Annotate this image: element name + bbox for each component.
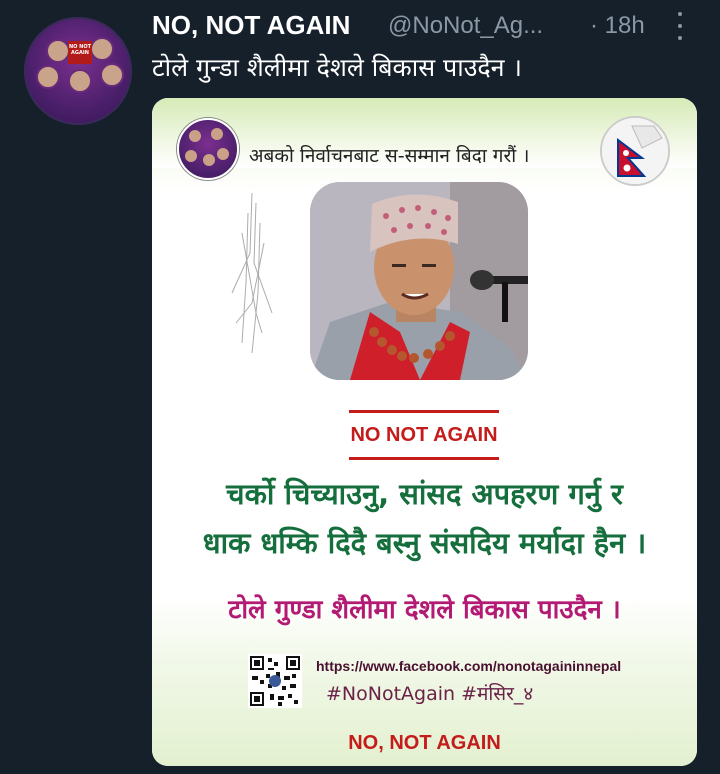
nepal-flag-ballot-icon (600, 116, 670, 186)
avatar-face (100, 63, 124, 87)
avatar-face (46, 39, 70, 63)
decorative-sketch (231, 193, 273, 354)
profile-avatar[interactable]: NO NOT AGAIN (24, 17, 132, 125)
avatar-face (90, 37, 114, 61)
tweet-image[interactable]: अबको निर्वाचनबाट स-सम्मान बिदा गरौं । NO… (152, 98, 697, 766)
tweet-text: टोले गुन्डा शैलीमा देशले बिकास पाउदैन । (152, 53, 522, 82)
campaign-logo (177, 118, 239, 180)
footer-slogan: NO, NOT AGAIN (348, 732, 501, 754)
message-line-1: चर्को चिच्याउनु, सांसद अपहरण गर्नु र (226, 477, 623, 511)
author-handle[interactable]: @NoNot_Ag... (388, 12, 543, 40)
author-name[interactable]: NO, NOT AGAIN (152, 10, 350, 41)
avatar-badge: NO NOT AGAIN (68, 41, 92, 64)
tweet-timestamp[interactable]: · 18h (590, 12, 645, 40)
qr-code-icon (248, 654, 302, 708)
hashtags: #NoNotAgain #मंसिर_४ (326, 683, 534, 705)
message-line-3: टोले गुण्डा शैलीमा देशले बिकास पाउदैन । (228, 595, 621, 625)
facebook-url: https://www.facebook.com/nonotagaininnep… (316, 658, 622, 674)
avatar-face (36, 65, 60, 89)
more-options-icon[interactable] (672, 10, 688, 42)
avatar-face (68, 69, 92, 93)
politician-portrait (310, 182, 528, 380)
farewell-text: अबको निर्वाचनबाट स-सम्मान बिदा गरौं । (249, 145, 530, 167)
no-not-again-heading: NO NOT AGAIN (349, 410, 499, 460)
message-line-2: धाक धम्कि दिदै बस्नु संसदिय मर्यादा हैन … (202, 526, 647, 560)
